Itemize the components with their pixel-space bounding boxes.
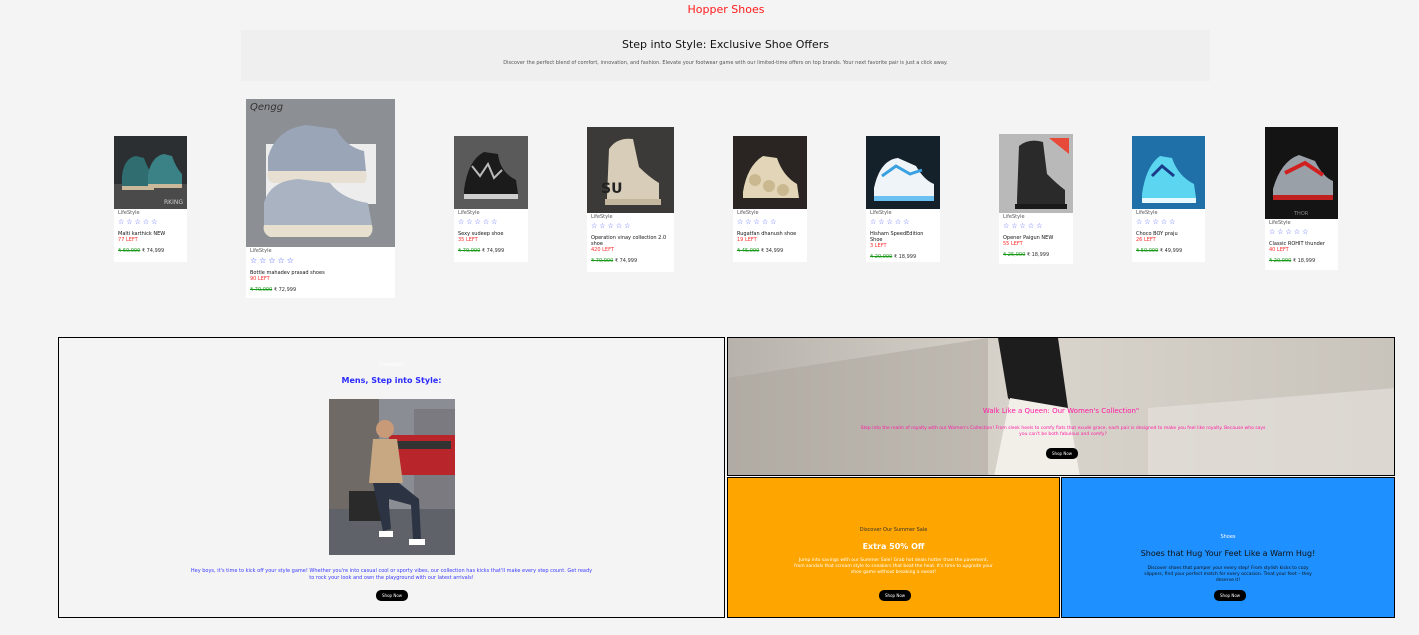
women-collection-section: Walk Like a Queen: Our Women's Collectio… (727, 337, 1395, 476)
old-price: ₹ 60,000 (118, 248, 141, 254)
price: ₹ 18,999 (1026, 252, 1050, 258)
old-price: ₹ 20,000 (1269, 258, 1292, 264)
product-image[interactable] (866, 136, 940, 209)
hero-subtitle: Discover the perfect blend of comfort, i… (503, 60, 948, 66)
old-price: ₹ 70,000 (458, 248, 481, 254)
product-category: LifeStyle (870, 210, 892, 216)
star-rating[interactable]: ☆☆☆☆☆ (591, 222, 670, 230)
product-image[interactable] (454, 136, 528, 209)
product-category: LifeStyle (118, 210, 140, 216)
old-price: ₹ 45,000 (737, 248, 760, 254)
product-name[interactable]: Operation vinay collection 2.0 shoe (591, 235, 670, 247)
brand-mark: Qengg (250, 102, 283, 113)
star-rating[interactable]: ☆☆☆☆☆ (250, 256, 391, 265)
product-image[interactable]: THOR (1265, 127, 1338, 219)
men-description: Hey boys, it's time to kick off your sty… (190, 568, 593, 581)
product-image[interactable] (999, 134, 1073, 213)
old-price: ₹ 20,000 (870, 254, 893, 260)
price: ₹ 74,999 (141, 248, 165, 254)
summer-description: Jump into savings with our Summer Sale! … (794, 558, 993, 575)
stock-left: 35 LEFT (458, 237, 478, 243)
women-description: Step into the realm of royalty with our … (860, 426, 1266, 437)
product-card[interactable]: LifeStyle ☆☆☆☆☆ Hisham SpeedEdition Shoe… (866, 136, 940, 262)
men-collection-section: Collection Mens, Step into Style: Hey bo… (58, 337, 725, 618)
stock-left: 90 LEFT (250, 276, 270, 282)
product-card[interactable]: LifeStyle ☆☆☆☆☆ Choco BOY praju 26 LEFT … (1132, 136, 1205, 262)
women-title: Walk Like a Queen: Our Women's Collectio… (982, 407, 1140, 415)
svg-text:RKING: RKING (164, 199, 183, 206)
product-image[interactable] (733, 136, 807, 209)
star-rating[interactable]: ☆☆☆☆☆ (1003, 222, 1069, 230)
hug-shop-now-button[interactable]: Shop Now (1214, 590, 1247, 601)
brand-mark: THOR (1293, 211, 1309, 217)
men-kicker: Collection (379, 362, 404, 368)
summer-title: Extra 50% Off (862, 542, 925, 551)
men-title: Mens, Step into Style: (341, 376, 442, 385)
hero-banner: Step into Style: Exclusive Shoe Offers D… (241, 30, 1210, 81)
stock-left: 77 LEFT (118, 237, 138, 243)
summer-sale-section: Discover Our Summer Sale Extra 50% Off J… (727, 477, 1060, 618)
product-category: LifeStyle (1269, 220, 1291, 226)
hero-title: Step into Style: Exclusive Shoe Offers (621, 38, 830, 51)
svg-text:SU: SU (601, 181, 622, 197)
price: ₹ 72,999 (273, 287, 297, 293)
product-category: LifeStyle (458, 210, 480, 216)
star-rating[interactable]: ☆☆☆☆☆ (118, 218, 183, 226)
stock-left: 420 LEFT (591, 247, 614, 253)
hug-description: Discover shoes that pamper your every st… (1144, 566, 1312, 583)
star-rating[interactable]: ☆☆☆☆☆ (1136, 218, 1201, 226)
old-price: ₹ 70,000 (250, 287, 273, 293)
product-card[interactable]: LifeStyle ☆☆☆☆☆ Sexy sudeep shoe 35 LEFT… (454, 136, 528, 262)
product-category: LifeStyle (591, 214, 613, 220)
men-shop-now-button[interactable]: Shop Now (376, 590, 409, 601)
product-category: LifeStyle (1136, 210, 1158, 216)
price: ₹ 74,999 (481, 248, 505, 254)
men-photo (329, 399, 455, 555)
summer-kicker: Discover Our Summer Sale (859, 527, 928, 533)
stock-left: 3 LEFT (870, 243, 887, 249)
old-price: ₹ 70,000 (591, 258, 614, 264)
product-image[interactable] (1132, 136, 1205, 209)
hug-title: Shoes that Hug Your Feet Like a Warm Hug… (1140, 549, 1316, 558)
price: ₹ 74,999 (614, 258, 638, 264)
product-card[interactable]: LifeStyle ☆☆☆☆☆ Rugatfan dhanush shoe 19… (733, 136, 807, 262)
stock-left: 19 LEFT (737, 237, 757, 243)
old-price: ₹ 50,000 (1136, 248, 1159, 254)
price: ₹ 18,999 (893, 254, 917, 260)
product-category: LifeStyle (250, 248, 272, 254)
hug-kicker: Shoes (1220, 534, 1236, 540)
product-card[interactable]: RKING LifeStyle ☆☆☆☆☆ Malti karthick NEW… (114, 136, 187, 262)
star-rating[interactable]: ☆☆☆☆☆ (737, 218, 803, 226)
product-card[interactable]: THOR LifeStyle ☆☆☆☆☆ Classic ROHIT thund… (1265, 127, 1338, 270)
site-title[interactable]: Hopper Shoes (0, 3, 1419, 16)
women-shop-now-button[interactable]: Shop Now (1046, 448, 1079, 459)
product-card-featured[interactable]: Qengg LifeStyle ☆☆☆☆☆ Bottle mahadev pra… (246, 99, 395, 298)
product-name[interactable]: Hisham SpeedEdition Shoe (870, 231, 936, 243)
stock-left: 26 LEFT (1136, 237, 1156, 243)
summer-shop-now-button[interactable]: Shop Now (879, 590, 912, 601)
price: ₹ 34,999 (760, 248, 784, 254)
price: ₹ 49,999 (1159, 248, 1183, 254)
product-card[interactable]: SU LifeStyle ☆☆☆☆☆ Operation vinay colle… (587, 127, 674, 272)
stock-left: 40 LEFT (1269, 247, 1289, 253)
star-rating[interactable]: ☆☆☆☆☆ (458, 218, 524, 226)
product-card[interactable]: LifeStyle ☆☆☆☆☆ Opener Paigun NEW 55 LEF… (999, 134, 1073, 264)
stock-left: 55 LEFT (1003, 241, 1023, 247)
warm-hug-section: Shoes Shoes that Hug Your Feet Like a Wa… (1061, 477, 1395, 618)
product-image[interactable]: RKING (114, 136, 187, 209)
product-category: LifeStyle (737, 210, 759, 216)
star-rating[interactable]: ☆☆☆☆☆ (870, 218, 936, 226)
star-rating[interactable]: ☆☆☆☆☆ (1269, 228, 1334, 236)
product-category: LifeStyle (1003, 214, 1025, 220)
price: ₹ 18,999 (1292, 258, 1316, 264)
old-price: ₹ 25,000 (1003, 252, 1026, 258)
product-image[interactable]: Qengg (246, 99, 395, 247)
product-image[interactable]: SU (587, 127, 674, 213)
